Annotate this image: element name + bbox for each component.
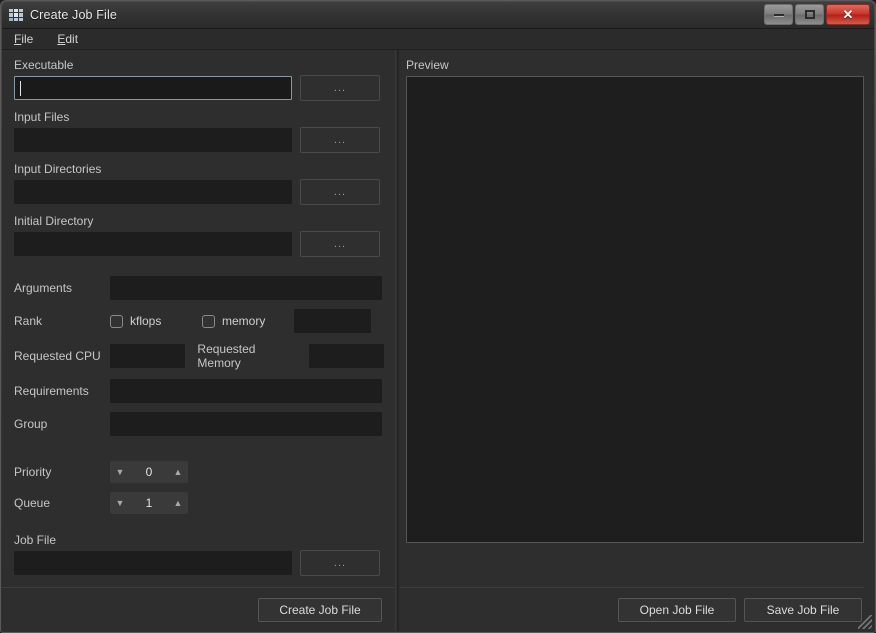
title-bar[interactable]: Create Job File ✕ [2, 2, 874, 28]
requirements-input[interactable] [110, 379, 382, 403]
executable-input[interactable] [14, 76, 292, 100]
input-directories-row: ... [14, 179, 384, 205]
input-directories-browse-button[interactable]: ... [300, 179, 380, 205]
arguments-label: Arguments [14, 281, 73, 295]
app-grid-icon [8, 7, 24, 23]
input-files-label: Input Files [14, 110, 70, 124]
initial-directory-input[interactable] [14, 232, 292, 256]
minimize-icon [773, 13, 784, 16]
priority-value[interactable]: 0 [129, 465, 169, 479]
menu-bar: File Edit [2, 28, 874, 50]
minimize-button[interactable] [764, 4, 793, 25]
preview-footer: Open Job File Save Job File [400, 587, 864, 631]
close-icon: ✕ [842, 7, 854, 22]
priority-decrement-icon[interactable]: ▼ [111, 467, 129, 477]
executable-browse-button[interactable]: ... [300, 75, 380, 101]
rank-row: Rank kflops memory [14, 309, 384, 333]
priority-row: Priority ▼ 0 ▲ [14, 461, 384, 483]
rank-memory-checkbox-wrap[interactable]: memory [202, 314, 294, 328]
create-job-file-button[interactable]: Create Job File [258, 597, 382, 622]
window-controls: ✕ [762, 4, 870, 25]
priority-label: Priority [14, 465, 52, 479]
job-file-browse-button[interactable]: ... [300, 550, 380, 576]
job-file-row: ... [14, 550, 384, 576]
group-input[interactable] [110, 412, 382, 436]
menu-item-file[interactable]: File [12, 30, 35, 48]
queue-value[interactable]: 1 [129, 496, 169, 510]
arguments-row: Arguments [14, 276, 384, 300]
app-window: Create Job File ✕ File Edit Executable .… [0, 0, 876, 633]
preview-textarea[interactable] [406, 76, 864, 543]
window-title: Create Job File [30, 8, 118, 22]
rank-memory-label: memory [222, 314, 266, 328]
requirements-row: Requirements [14, 379, 384, 403]
job-file-input[interactable] [14, 551, 292, 575]
queue-label: Queue [14, 496, 51, 510]
maximize-icon [804, 10, 815, 19]
requested-memory-input[interactable] [308, 344, 385, 368]
queue-row: Queue ▼ 1 ▲ [14, 492, 384, 514]
rank-kflops-checkbox-wrap[interactable]: kflops [110, 314, 202, 328]
priority-stepper[interactable]: ▼ 0 ▲ [110, 461, 188, 483]
queue-increment-icon[interactable]: ▲ [169, 498, 187, 508]
requested-row: Requested CPU Requested Memory [14, 342, 385, 370]
preview-panel: Preview Open Job File Save Job File [400, 50, 874, 631]
form-footer: Create Job File [2, 587, 394, 631]
requested-cpu-label: Requested CPU [14, 349, 101, 363]
queue-stepper[interactable]: ▼ 1 ▲ [110, 492, 188, 514]
executable-label: Executable [14, 58, 74, 72]
input-files-browse-button[interactable]: ... [300, 127, 380, 153]
queue-decrement-icon[interactable]: ▼ [111, 498, 129, 508]
form-panel: Executable ... Input Files ... Input Dir… [2, 50, 394, 631]
group-label: Group [14, 417, 48, 431]
group-row: Group [14, 412, 384, 436]
maximize-button[interactable] [795, 4, 824, 25]
rank-label: Rank [14, 314, 43, 328]
input-files-row: ... [14, 127, 384, 153]
open-job-file-button[interactable]: Open Job File [618, 597, 736, 622]
job-file-label: Job File [14, 533, 57, 547]
initial-directory-browse-button[interactable]: ... [300, 231, 380, 257]
text-caret [20, 81, 21, 96]
input-directories-label: Input Directories [14, 162, 102, 176]
rank-kflops-label: kflops [130, 314, 162, 328]
input-files-input[interactable] [14, 128, 292, 152]
initial-directory-label: Initial Directory [14, 214, 94, 228]
client-area: Executable ... Input Files ... Input Dir… [2, 50, 874, 631]
arguments-input[interactable] [110, 276, 382, 300]
save-job-file-button[interactable]: Save Job File [744, 597, 862, 622]
initial-directory-row: ... [14, 231, 384, 257]
rank-input[interactable] [294, 309, 371, 333]
executable-row: ... [14, 75, 384, 101]
close-button[interactable]: ✕ [826, 4, 870, 25]
requested-cpu-input[interactable] [110, 344, 186, 368]
preview-label: Preview [406, 58, 449, 72]
checkbox-unchecked-icon-kflops[interactable] [110, 314, 123, 328]
checkbox-unchecked-icon-memory[interactable] [202, 314, 215, 328]
resize-grip-icon[interactable] [858, 615, 872, 629]
input-directories-input[interactable] [14, 180, 292, 204]
menu-item-edit[interactable]: Edit [55, 30, 80, 48]
priority-increment-icon[interactable]: ▲ [169, 467, 187, 477]
requirements-label: Requirements [14, 384, 89, 398]
requested-memory-label: Requested Memory [197, 342, 256, 370]
